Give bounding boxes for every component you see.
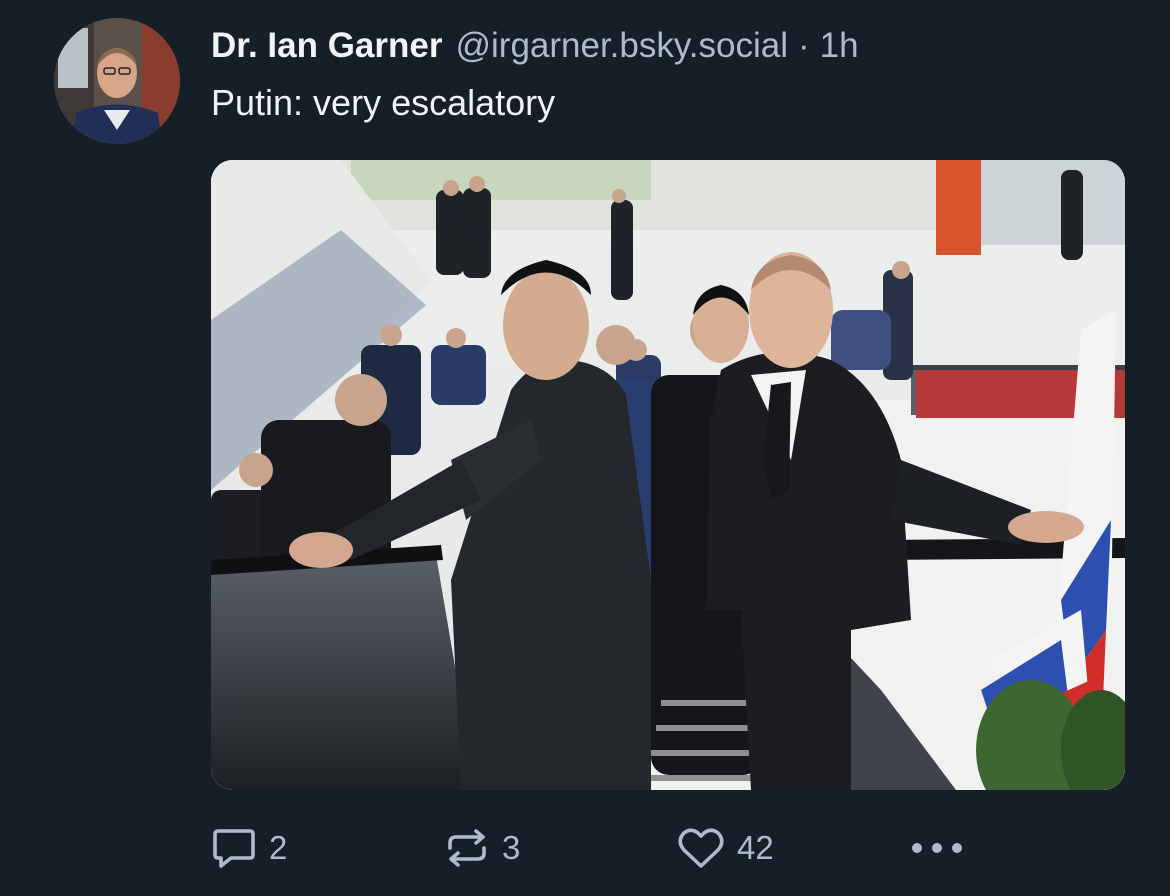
repost-button[interactable]: 3: [444, 820, 520, 876]
author-handle[interactable]: @irgarner.bsky.social: [455, 26, 788, 66]
repost-count: 3: [502, 829, 521, 866]
ellipsis-icon: [909, 838, 965, 858]
header-separator: ·: [797, 26, 810, 65]
reply-button[interactable]: 2: [211, 820, 287, 876]
post-card: Dr. Ian Garner @irgarner.bsky.social · 1…: [0, 0, 1170, 896]
photo-escalator-meeting: [211, 160, 1125, 790]
author-display-name[interactable]: Dr. Ian Garner: [211, 26, 442, 66]
avatar-photo: [54, 18, 180, 144]
post-header: Dr. Ian Garner @irgarner.bsky.social · 1…: [211, 24, 859, 68]
post-image[interactable]: [211, 160, 1125, 790]
post-actions: 2 3 42: [211, 820, 971, 876]
speech-bubble-icon: [211, 826, 257, 870]
repost-arrows-icon: [444, 826, 490, 870]
reply-count: 2: [269, 829, 288, 866]
like-button[interactable]: 42: [677, 820, 774, 876]
post-timestamp[interactable]: 1h: [820, 26, 859, 66]
more-options-button[interactable]: [909, 820, 965, 876]
post-text: Putin: very escalatory: [211, 82, 556, 123]
like-count: 42: [737, 829, 774, 866]
author-avatar[interactable]: [54, 18, 180, 144]
heart-icon: [677, 826, 725, 870]
